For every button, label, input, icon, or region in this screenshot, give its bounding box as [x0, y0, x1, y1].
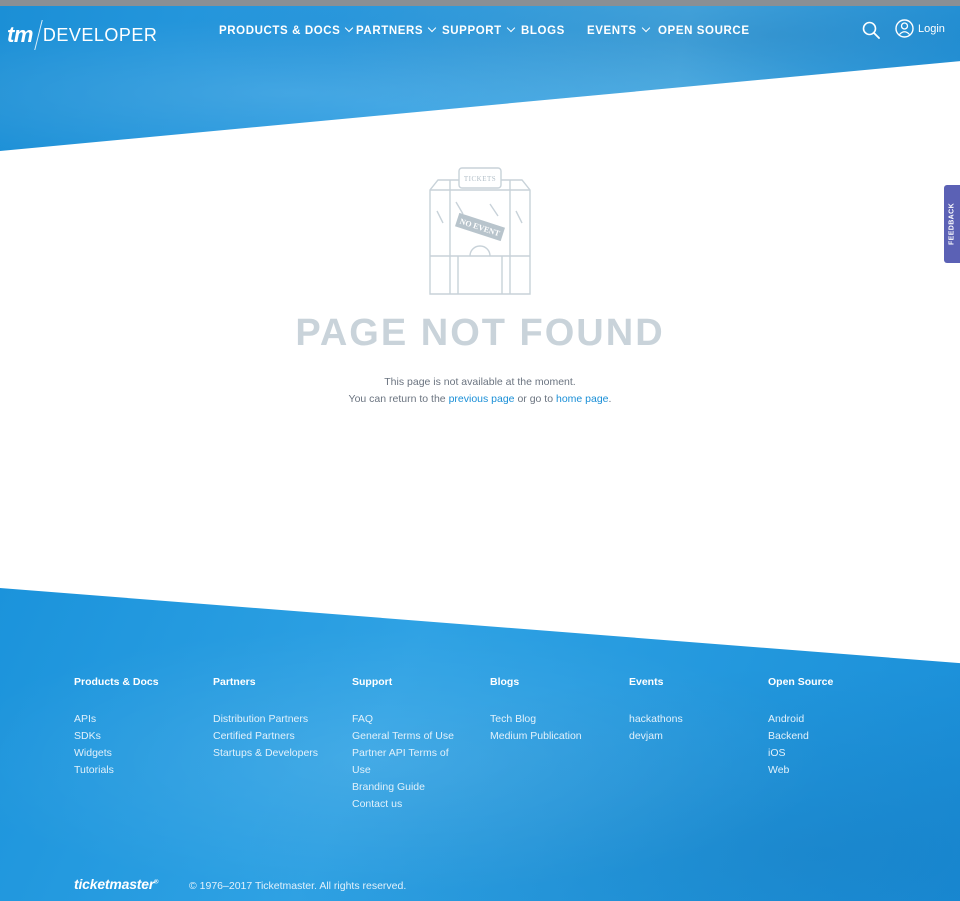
- footer-link[interactable]: APIs: [74, 711, 209, 728]
- footer-heading: Events: [629, 676, 664, 688]
- nav-blogs-label: BLOGS: [521, 25, 565, 37]
- registered-mark: ®: [154, 879, 159, 886]
- return-text-prefix: You can return to the: [348, 393, 449, 405]
- footer-link[interactable]: Branding Guide: [352, 779, 487, 796]
- chevron-down-icon: [345, 23, 354, 33]
- copyright-text: © 1976–2017 Ticketmaster. All rights res…: [189, 880, 407, 892]
- footer-link[interactable]: Partner API Terms of: [352, 745, 487, 762]
- footer-link[interactable]: FAQ: [352, 711, 487, 728]
- login-label: Login: [918, 22, 945, 35]
- nav-products-docs-label: PRODUCTS & DOCS: [219, 25, 341, 37]
- tickets-sign-text: TICKETS: [464, 175, 496, 183]
- return-text-suffix: .: [608, 393, 612, 405]
- footer-link[interactable]: Distribution Partners: [213, 711, 348, 728]
- nav-events[interactable]: EVENTS: [587, 23, 650, 37]
- search-icon[interactable]: [862, 21, 880, 39]
- nav-events-label: EVENTS: [587, 25, 637, 37]
- chevron-down-icon: [427, 23, 437, 33]
- chevron-down-icon: [641, 23, 650, 33]
- nav-open-source-label: OPEN SOURCE: [658, 25, 750, 37]
- footer-link[interactable]: Startups & Developers: [213, 745, 348, 762]
- main-nav: PRODUCTS & DOCS PARTNERS SUPPORT BLOGS E…: [0, 23, 960, 41]
- page-title: PAGE NOT FOUND: [295, 312, 665, 354]
- ticket-booth-illustration: TICKETS NO EVENT: [429, 167, 531, 295]
- nav-blogs[interactable]: BLOGS: [521, 25, 565, 37]
- previous-page-link[interactable]: previous page: [449, 393, 515, 405]
- nav-partners-label: PARTNERS: [356, 25, 424, 37]
- footer-heading: Open Source: [768, 676, 834, 688]
- footer-link[interactable]: devjam: [629, 728, 764, 745]
- footer-link[interactable]: iOS: [768, 745, 903, 762]
- footer-link[interactable]: Web: [768, 762, 903, 779]
- footer-link[interactable]: General Terms of Use: [352, 728, 487, 745]
- nav-open-source[interactable]: OPEN SOURCE: [658, 25, 750, 37]
- footer-column-products-docs: Products & Docs APIs SDKs Widgets Tutori…: [74, 676, 209, 779]
- chevron-down-icon: [506, 23, 516, 33]
- brand-name: ticketmaster: [74, 876, 155, 892]
- footer-column-open-source: Open Source Android Backend iOS Web: [768, 676, 903, 779]
- return-message: You can return to the previous page or g…: [0, 393, 960, 405]
- return-text-middle: or go to: [514, 393, 556, 405]
- feedback-tab[interactable]: FEEDBACK: [944, 185, 960, 263]
- nav-products-docs[interactable]: PRODUCTS & DOCS: [219, 23, 354, 37]
- footer-link[interactable]: Use: [352, 762, 487, 779]
- status-message: This page is not available at the moment…: [384, 376, 576, 388]
- nav-support-label: SUPPORT: [442, 25, 502, 37]
- footer-column-support: Support FAQ General Terms of Use Partner…: [352, 676, 487, 813]
- footer-link[interactable]: hackathons: [629, 711, 764, 728]
- footer-heading: Blogs: [490, 676, 520, 688]
- home-page-link[interactable]: home page: [556, 393, 609, 405]
- footer-link[interactable]: Tutorials: [74, 762, 209, 779]
- footer-link[interactable]: Widgets: [74, 745, 209, 762]
- feedback-label: FEEDBACK: [948, 202, 956, 246]
- login-button[interactable]: Login: [895, 19, 945, 38]
- footer-link[interactable]: Android: [768, 711, 903, 728]
- footer-link[interactable]: Medium Publication: [490, 728, 625, 745]
- footer-link[interactable]: SDKs: [74, 728, 209, 745]
- footer-link[interactable]: Certified Partners: [213, 728, 348, 745]
- top-strip: [0, 0, 960, 6]
- footer-column-blogs: Blogs Tech Blog Medium Publication: [490, 676, 625, 745]
- footer-link[interactable]: Tech Blog: [490, 711, 625, 728]
- nav-partners[interactable]: PARTNERS: [356, 23, 437, 37]
- footer-heading: Products & Docs: [74, 676, 159, 688]
- footer-column-events: Events hackathons devjam: [629, 676, 764, 745]
- nav-support[interactable]: SUPPORT: [442, 23, 516, 37]
- footer-link[interactable]: Contact us: [352, 796, 487, 813]
- footer-heading: Support: [352, 676, 393, 688]
- user-circle-icon: [895, 19, 914, 38]
- footer-column-partners: Partners Distribution Partners Certified…: [213, 676, 348, 762]
- footer-link[interactable]: Backend: [768, 728, 903, 745]
- ticketmaster-logo[interactable]: ticketmaster®: [74, 876, 159, 892]
- footer-heading: Partners: [213, 676, 256, 688]
